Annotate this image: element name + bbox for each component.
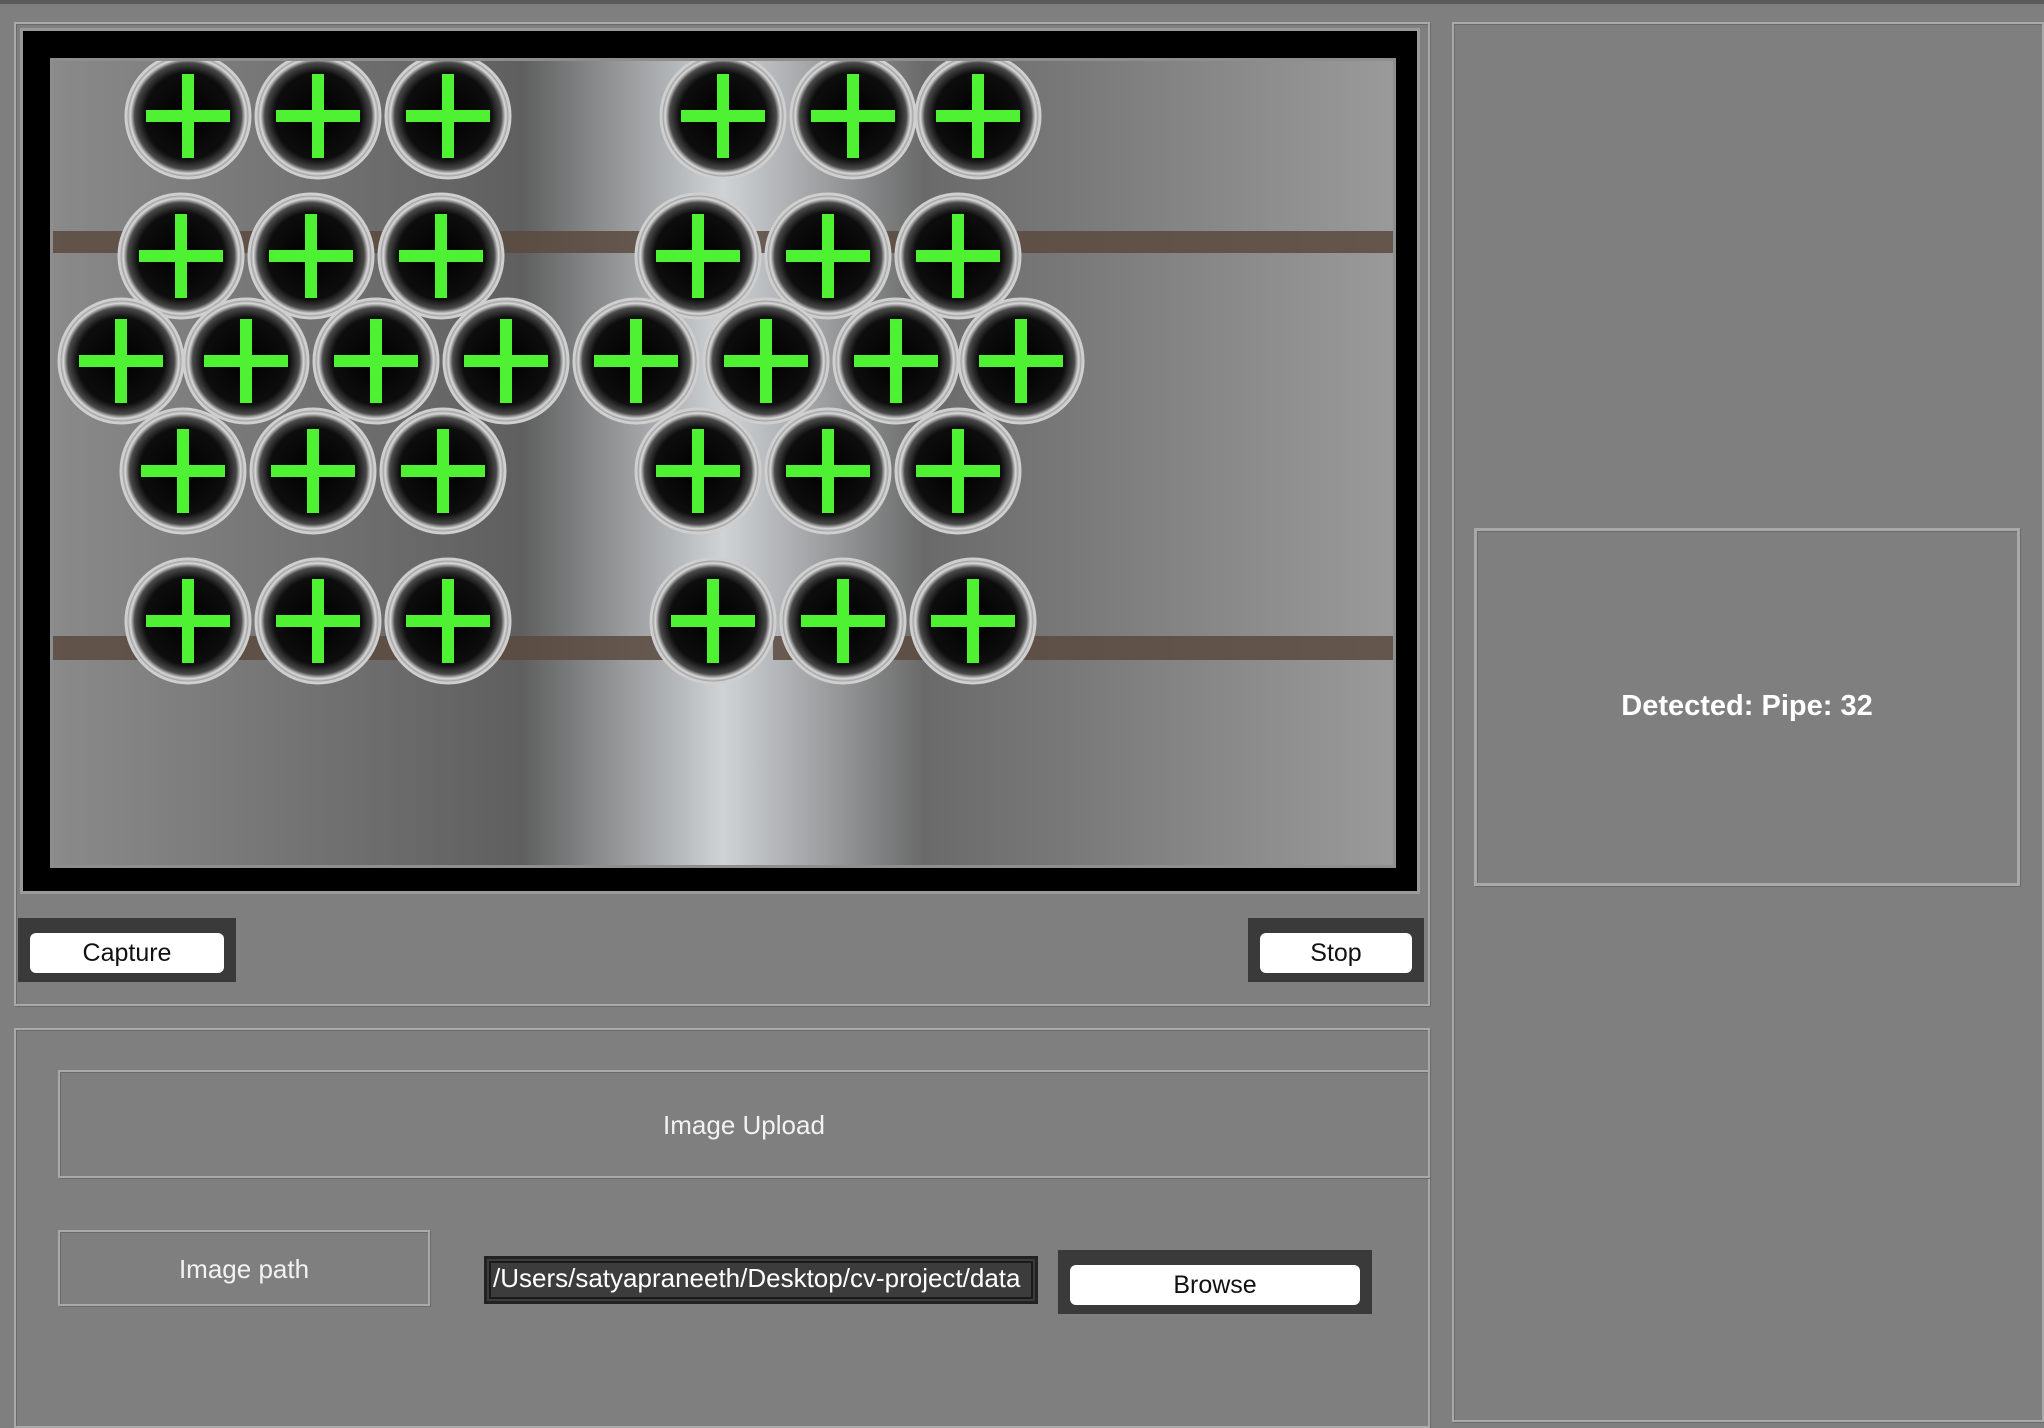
detection-crosshair-v [967,579,979,663]
detection-crosshair-v [442,74,454,158]
detection-crosshair-v [307,429,319,513]
detection-crosshair-v [437,429,449,513]
detection-crosshair-v [435,214,447,298]
detection-crosshair-v [717,74,729,158]
window-top-edge [0,0,2044,4]
detection-crosshair-v [890,319,902,403]
detection-crosshair-v [312,74,324,158]
capture-button[interactable]: Capture [30,933,224,973]
detection-crosshair-v [442,579,454,663]
detection-crosshair-v [240,319,252,403]
detection-crosshair-v [182,74,194,158]
detection-crosshair-v [500,319,512,403]
detection-crosshair-v [115,319,127,403]
detection-crosshair-v [370,319,382,403]
detection-crosshair-v [952,429,964,513]
detection-crosshair-v [177,429,189,513]
detection-crosshair-v [630,319,642,403]
detection-crosshair-v [760,319,772,403]
upload-title: Image Upload [663,1110,825,1140]
detection-crosshair-v [707,579,719,663]
detected-count-label: Detected: Pipe: 32 [1621,690,1873,722]
detection-image [50,58,1396,868]
detection-crosshair-v [847,74,859,158]
detection-crosshair-v [837,579,849,663]
browse-button[interactable]: Browse [1070,1265,1360,1305]
detection-crosshair-v [182,579,194,663]
detection-crosshair-v [972,74,984,158]
detection-crosshair-v [175,214,187,298]
image-path-input[interactable]: /Users/satyapraneeth/Desktop/cv-project/… [484,1256,1038,1304]
pipes-canvas [53,61,1393,865]
detection-crosshair-v [692,214,704,298]
detection-crosshair-v [952,214,964,298]
detection-crosshair-v [305,214,317,298]
detection-crosshair-v [822,214,834,298]
image-path-label: Image path [178,1254,310,1284]
stop-button[interactable]: Stop [1260,933,1412,973]
detection-crosshair-v [692,429,704,513]
detection-crosshair-v [822,429,834,513]
detection-crosshair-v [1015,319,1027,403]
video-frame [20,28,1420,894]
detection-crosshair-v [312,579,324,663]
